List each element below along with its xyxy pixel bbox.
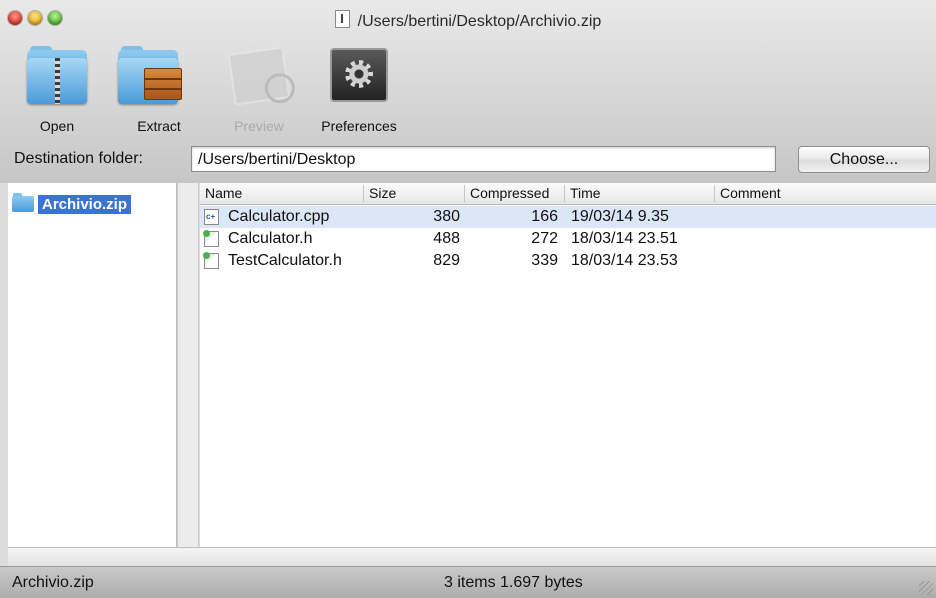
destination-folder-input[interactable]: /Users/bertini/Desktop <box>191 146 776 172</box>
open-label: Open <box>39 118 75 134</box>
window-title: /Users/bertini/Desktop/Archivio.zip <box>357 13 602 30</box>
status-archive-name: Archivio.zip <box>12 574 94 591</box>
status-bar: Archivio.zip 3 items 1.697 bytes <box>0 566 936 598</box>
gear-icon <box>314 44 404 110</box>
column-header-comment[interactable]: Comment <box>714 185 936 202</box>
file-name: Calculator.cpp <box>228 208 330 225</box>
file-list-header: Name Size Compressed Time Comment <box>200 183 936 205</box>
resize-grip-icon[interactable] <box>919 581 933 595</box>
column-header-time[interactable]: Time <box>564 185 714 202</box>
file-compressed: 166 <box>531 208 558 225</box>
sidebar-item-archivio-zip[interactable]: Archivio.zip <box>12 193 132 215</box>
preferences-button[interactable]: Preferences <box>314 44 404 134</box>
column-header-size[interactable]: Size <box>363 185 463 202</box>
column-header-compressed[interactable]: Compressed <box>464 185 564 202</box>
pane-splitter[interactable] <box>177 183 199 566</box>
extract-button[interactable]: Extract <box>114 44 204 134</box>
extract-label: Extract <box>137 118 181 134</box>
open-button[interactable]: Open <box>12 44 102 134</box>
header-file-icon <box>203 230 219 247</box>
table-row[interactable]: TestCalculator.h 829 339 18/03/14 23.53 <box>200 250 936 272</box>
file-time: 18/03/14 23.51 <box>571 230 678 247</box>
file-size: 488 <box>433 230 460 247</box>
file-compressed: 339 <box>531 252 558 269</box>
file-size: 829 <box>433 252 460 269</box>
folder-icon <box>12 193 34 212</box>
window-title-bar: /Users/bertini/Desktop/Archivio.zip <box>0 10 936 31</box>
archive-sidebar: Archivio.zip <box>8 183 177 547</box>
cpp-file-icon <box>204 209 219 225</box>
window-titlebar-toolbar: /Users/bertini/Desktop/Archivio.zip Open… <box>0 0 936 183</box>
file-compressed: 272 <box>531 230 558 247</box>
file-name: TestCalculator.h <box>228 252 342 269</box>
file-size: 380 <box>433 208 460 225</box>
preview-icon <box>214 44 304 110</box>
file-list: Name Size Compressed Time Comment Calcul… <box>200 183 936 547</box>
document-icon <box>334 10 350 28</box>
file-name: Calculator.h <box>228 230 313 247</box>
preview-label: Preview <box>234 118 284 134</box>
preferences-label: Preferences <box>321 118 397 134</box>
column-header-name[interactable]: Name <box>200 185 362 202</box>
folder-box-icon <box>114 44 204 110</box>
horizontal-scrollbar[interactable] <box>8 547 936 566</box>
preview-button[interactable]: Preview <box>214 44 304 134</box>
file-time: 19/03/14 9.35 <box>571 208 669 225</box>
status-item-count: 3 items 1.697 bytes <box>444 574 583 591</box>
header-file-icon <box>203 252 219 269</box>
zip-folder-icon <box>12 44 102 110</box>
table-row[interactable]: Calculator.cpp 380 166 19/03/14 9.35 <box>200 206 936 228</box>
destination-folder-label: Destination folder: <box>14 150 143 167</box>
file-time: 18/03/14 23.53 <box>571 252 678 269</box>
choose-button[interactable]: Choose... <box>798 146 930 173</box>
table-row[interactable]: Calculator.h 488 272 18/03/14 23.51 <box>200 228 936 250</box>
sidebar-item-label: Archivio.zip <box>38 194 132 214</box>
